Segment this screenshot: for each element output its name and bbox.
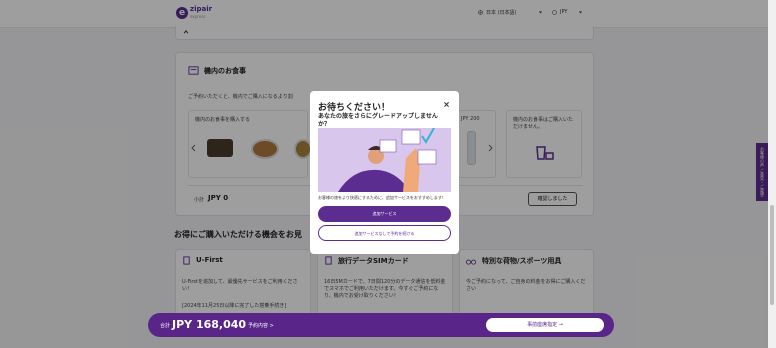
scrollbar-thumb[interactable] bbox=[770, 205, 774, 305]
bottom-total-bar: 合計 JPY 168,040 予約内容 > 事前座席指定 → bbox=[148, 313, 614, 337]
upgrade-modal: お待ちください！ あなたの旅をさらにグレードアップしませんか？ お客様の旅をより… bbox=[310, 91, 459, 254]
next-step-button[interactable]: 事前座席指定 → bbox=[486, 318, 604, 332]
next-step-label: 事前座席指定 bbox=[527, 322, 558, 328]
close-icon[interactable] bbox=[443, 101, 450, 108]
page-scrollbar[interactable] bbox=[768, 0, 776, 348]
modal-title: お待ちください！ bbox=[318, 103, 391, 113]
modal-illustration bbox=[318, 127, 451, 192]
continue-without-services-button[interactable]: 追加サービスなしで予約を続ける bbox=[318, 225, 451, 241]
total-value: JPY 168,040 bbox=[172, 318, 247, 331]
booking-details-link[interactable]: 予約内容 > bbox=[248, 322, 274, 329]
modal-body-text: お客様の旅をより快適にするために、追加サービスをおすすめします！ bbox=[318, 195, 446, 200]
traveler-illustration-icon bbox=[338, 127, 437, 192]
arrow-right-icon: → bbox=[558, 322, 563, 328]
total-label: 合計 bbox=[160, 323, 171, 329]
add-services-button[interactable]: 追加サービス bbox=[318, 206, 451, 222]
modal-subtitle: あなたの旅をさらにグレードアップしませんか？ bbox=[318, 113, 438, 128]
